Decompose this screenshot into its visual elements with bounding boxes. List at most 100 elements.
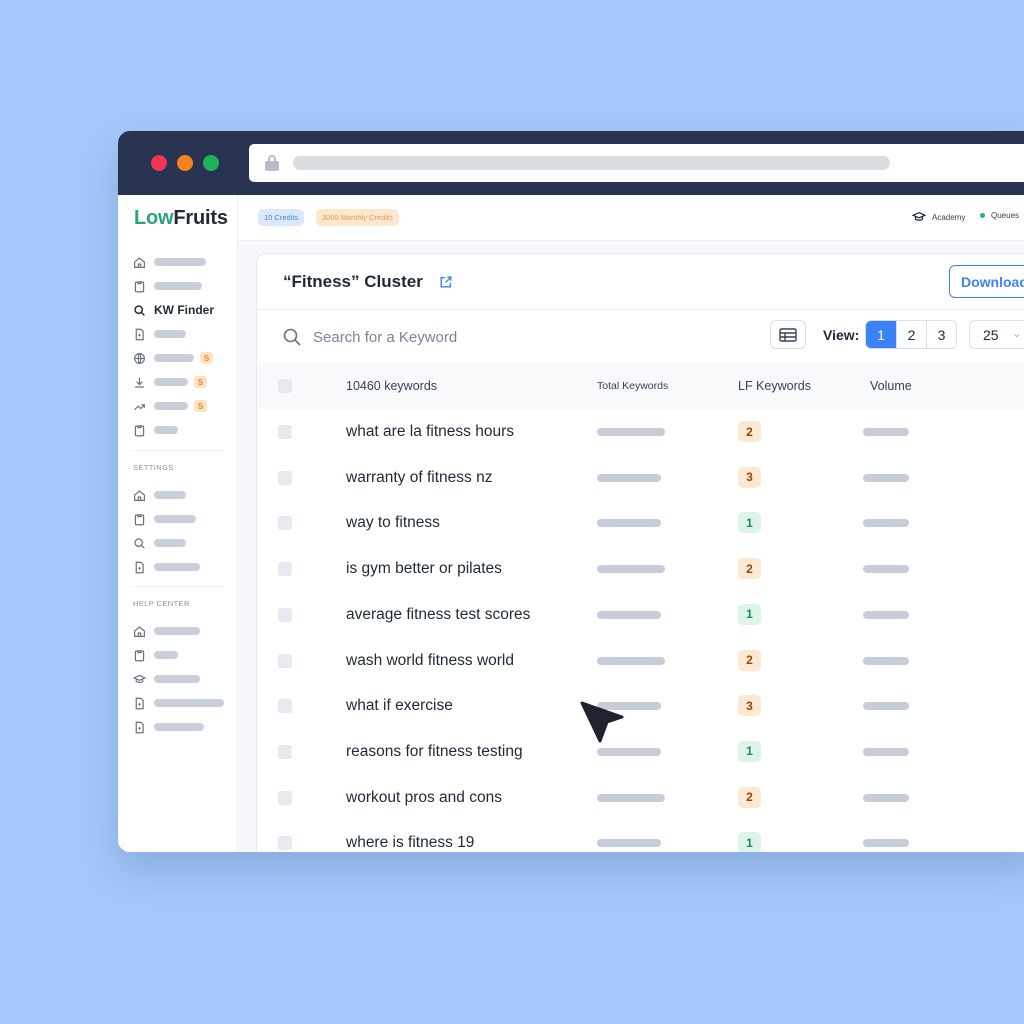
keyword-cell[interactable]: what if exercise	[346, 697, 453, 715]
settings-item-home[interactable]	[132, 487, 186, 503]
sidebar-item-trend[interactable]: S	[132, 398, 207, 414]
sidebar-item-home[interactable]	[132, 254, 206, 270]
cluster-card: “Fitness” Cluster Download View: 1 2 3 2…	[256, 253, 1024, 852]
row-checkbox[interactable]	[278, 470, 292, 485]
row-checkbox[interactable]	[278, 744, 292, 759]
header-volume[interactable]: Volume	[870, 379, 912, 393]
volume-placeholder	[863, 610, 909, 619]
row-checkbox[interactable]	[278, 836, 292, 851]
sidebar-item-kw-finder[interactable]: KW Finder	[132, 302, 214, 318]
table-view-button[interactable]	[770, 320, 806, 349]
settings-item-document[interactable]	[132, 559, 200, 575]
lf-keywords-badge: 2	[738, 649, 761, 671]
download-icon	[132, 375, 146, 389]
document-icon	[132, 560, 146, 574]
row-checkbox[interactable]	[278, 425, 292, 439]
sidebar-item-clipboard-2[interactable]	[132, 422, 178, 438]
table-row[interactable]: where is fitness 19 1	[257, 820, 1024, 852]
clipboard-icon	[132, 648, 146, 662]
help-item-document-2[interactable]	[132, 719, 204, 735]
keyword-search-input[interactable]	[313, 325, 633, 349]
browser-titlebar	[118, 131, 1024, 195]
help-item-document[interactable]	[132, 695, 224, 711]
row-checkbox[interactable]	[278, 516, 292, 531]
settings-heading: SETTINGS	[133, 463, 174, 472]
address-bar[interactable]	[249, 144, 1024, 182]
help-center-heading: HELP CENTER	[133, 599, 190, 608]
sidebar-item-globe[interactable]: S	[132, 350, 213, 366]
volume-placeholder	[863, 428, 909, 436]
table-row[interactable]: wash world fitness world 2	[257, 638, 1024, 684]
keyword-cell[interactable]: way to fitness	[346, 514, 440, 532]
trend-up-icon	[132, 399, 146, 413]
help-item-academy[interactable]	[132, 671, 200, 687]
sidebar-item-document[interactable]	[132, 326, 186, 342]
header-total-keywords[interactable]: Total Keywords	[597, 380, 668, 392]
page-button-2[interactable]: 2	[896, 321, 926, 348]
table-row[interactable]: what if exercise 3	[257, 683, 1024, 729]
row-checkbox[interactable]	[278, 607, 292, 622]
table-row[interactable]: reasons for fitness testing 1	[257, 729, 1024, 775]
table-row[interactable]: way to fitness 1	[257, 500, 1024, 546]
table-row[interactable]: workout pros and cons 2	[257, 775, 1024, 821]
lf-keywords-badge: 3	[738, 466, 761, 488]
table-row[interactable]: what are la fitness hours 2	[257, 409, 1024, 455]
lock-icon	[265, 155, 279, 171]
page-button-3[interactable]: 3	[926, 321, 956, 348]
total-keywords-placeholder	[597, 747, 661, 756]
search-icon	[132, 536, 146, 550]
external-link-icon[interactable]	[439, 275, 453, 289]
keyword-cell[interactable]: warranty of fitness nz	[346, 469, 492, 487]
sidebar-item-download[interactable]: S	[132, 374, 207, 390]
lf-keywords-badge: 1	[738, 740, 761, 762]
header-keywords[interactable]: 10460 keywords	[346, 379, 437, 393]
page-title: “Fitness” Cluster	[283, 272, 423, 291]
monthly-credits-badge: 3000 Monthly Credits	[316, 209, 399, 226]
queues-link[interactable]: Queues	[980, 211, 1019, 220]
page-button-1[interactable]: 1	[866, 321, 896, 348]
total-keywords-placeholder	[597, 793, 665, 802]
keyword-cell[interactable]: wash world fitness world	[346, 652, 514, 670]
keyword-cell[interactable]: workout pros and cons	[346, 789, 502, 807]
volume-placeholder	[863, 702, 909, 711]
table-row[interactable]: warranty of fitness nz 3	[257, 455, 1024, 501]
per-page-select[interactable]: 25 ⌄	[969, 320, 1024, 349]
settings-item-clipboard[interactable]	[132, 511, 196, 527]
sidebar-item-clipboard[interactable]	[132, 278, 202, 294]
lowfruits-logo[interactable]: LowFruits	[134, 207, 228, 230]
academy-link[interactable]: Academy	[912, 211, 965, 223]
total-keywords-placeholder	[597, 656, 665, 665]
keyword-cell[interactable]: is gym better or pilates	[346, 560, 502, 578]
lf-keywords-badge: 1	[738, 512, 761, 534]
clipboard-icon	[132, 279, 146, 293]
keyword-cell[interactable]: what are la fitness hours	[346, 423, 514, 441]
row-checkbox[interactable]	[278, 562, 292, 577]
graduation-cap-icon	[132, 672, 146, 686]
header-lf-keywords[interactable]: LF Keywords	[738, 379, 811, 393]
row-checkbox[interactable]	[278, 653, 292, 668]
help-item-clipboard[interactable]	[132, 647, 178, 663]
keyword-cell[interactable]: reasons for fitness testing	[346, 743, 523, 761]
maximize-window-button[interactable]	[203, 155, 219, 171]
help-item-home[interactable]	[132, 623, 200, 639]
search-icon	[283, 328, 301, 346]
download-button[interactable]: Download	[949, 265, 1024, 298]
globe-icon	[132, 351, 146, 365]
table-row[interactable]: average fitness test scores 1	[257, 592, 1024, 638]
view-label: View:	[823, 327, 860, 343]
minimize-window-button[interactable]	[177, 155, 193, 171]
lf-keywords-badge: 3	[738, 695, 761, 717]
row-checkbox[interactable]	[278, 699, 292, 714]
volume-placeholder	[863, 656, 909, 665]
app-topbar: 10 Credits 3000 Monthly Credits Academy …	[238, 195, 1024, 241]
url-placeholder-bar	[293, 156, 890, 170]
home-icon	[132, 488, 146, 502]
table-row[interactable]: is gym better or pilates 2	[257, 546, 1024, 592]
close-window-button[interactable]	[151, 155, 167, 171]
row-checkbox[interactable]	[278, 790, 292, 805]
keyword-cell[interactable]: where is fitness 19	[346, 834, 474, 852]
settings-item-search[interactable]	[132, 535, 186, 551]
keyword-cell[interactable]: average fitness test scores	[346, 606, 530, 624]
select-all-checkbox[interactable]	[278, 379, 292, 393]
pro-badge: S	[200, 352, 213, 364]
